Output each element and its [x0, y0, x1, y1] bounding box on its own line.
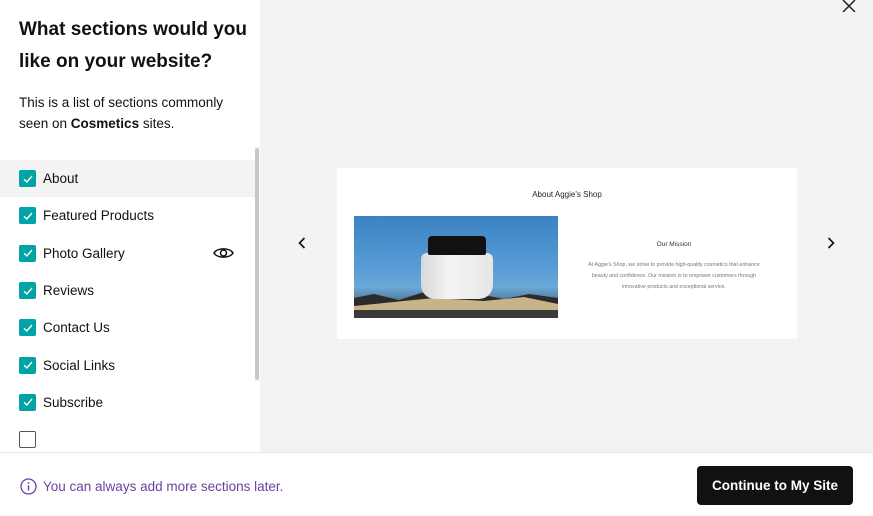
check-icon — [23, 324, 33, 332]
check-icon — [23, 361, 33, 370]
chevron-right-icon[interactable] — [824, 236, 838, 250]
check-icon — [23, 212, 33, 220]
check-icon — [23, 398, 33, 407]
section-checkbox[interactable] — [19, 282, 36, 300]
section-item-social-links[interactable]: Social Links — [0, 346, 255, 383]
section-label: Reviews — [43, 283, 95, 299]
section-checkbox[interactable] — [19, 356, 36, 374]
info-message: You can always add more sections later. — [43, 479, 284, 494]
mission-title: Our Mission — [656, 241, 692, 248]
check-icon — [23, 175, 33, 183]
sections-panel: What sections would you like on your web… — [0, 0, 260, 452]
section-item-featured-products[interactable]: Featured Products — [0, 197, 255, 234]
section-checkbox[interactable] — [19, 170, 36, 188]
section-label: Contact Us — [43, 320, 110, 336]
panel-subtitle: This is a list of sections commonly seen… — [19, 92, 244, 134]
preview-product-image — [354, 216, 558, 318]
section-checkbox[interactable] — [19, 207, 36, 225]
jar-body — [421, 253, 493, 299]
section-item-reviews[interactable]: Reviews — [0, 272, 255, 309]
section-label: Featured Products — [43, 208, 155, 224]
section-item-subscribe[interactable]: Subscribe — [0, 384, 255, 421]
section-list-scrollbar[interactable] — [255, 148, 259, 380]
section-preview-card: About Aggie's Shop Our Mission At Aggie'… — [337, 168, 797, 339]
preview-heading: About Aggie's Shop — [532, 190, 602, 199]
subtitle-category: Cosmetics — [70, 116, 140, 131]
section-label: Social Links — [43, 357, 116, 373]
footer-bar: You can always add more sections later. … — [0, 452, 873, 516]
section-label: Subscribe — [43, 394, 104, 410]
section-item-partial[interactable] — [0, 421, 255, 452]
section-list: About Featured Products Photo Gallery Re… — [0, 160, 255, 452]
check-icon — [23, 287, 33, 295]
jar-lid — [428, 236, 486, 255]
section-label: Photo Gallery — [43, 245, 125, 261]
mission-text: At Aggie's Shop, we strive to provide hi… — [588, 262, 760, 290]
section-checkbox[interactable] — [19, 393, 36, 411]
panel-title: What sections would you like on your web… — [19, 19, 248, 72]
subtitle-suffix: sites. — [139, 116, 175, 131]
chevron-left-icon[interactable] — [295, 236, 309, 250]
section-item-photo-gallery[interactable]: Photo Gallery — [0, 235, 255, 272]
info-icon — [20, 478, 37, 495]
section-checkbox[interactable] — [19, 431, 36, 449]
section-checkbox[interactable] — [19, 244, 36, 262]
continue-button[interactable]: Continue to My Site — [697, 466, 853, 505]
section-item-contact-us[interactable]: Contact Us — [0, 309, 255, 346]
eye-icon[interactable] — [213, 246, 234, 260]
section-item-about[interactable]: About — [0, 160, 255, 198]
check-icon — [23, 249, 33, 258]
section-label: About — [43, 171, 79, 187]
close-icon[interactable] — [840, 0, 858, 12]
section-checkbox[interactable] — [19, 319, 36, 337]
